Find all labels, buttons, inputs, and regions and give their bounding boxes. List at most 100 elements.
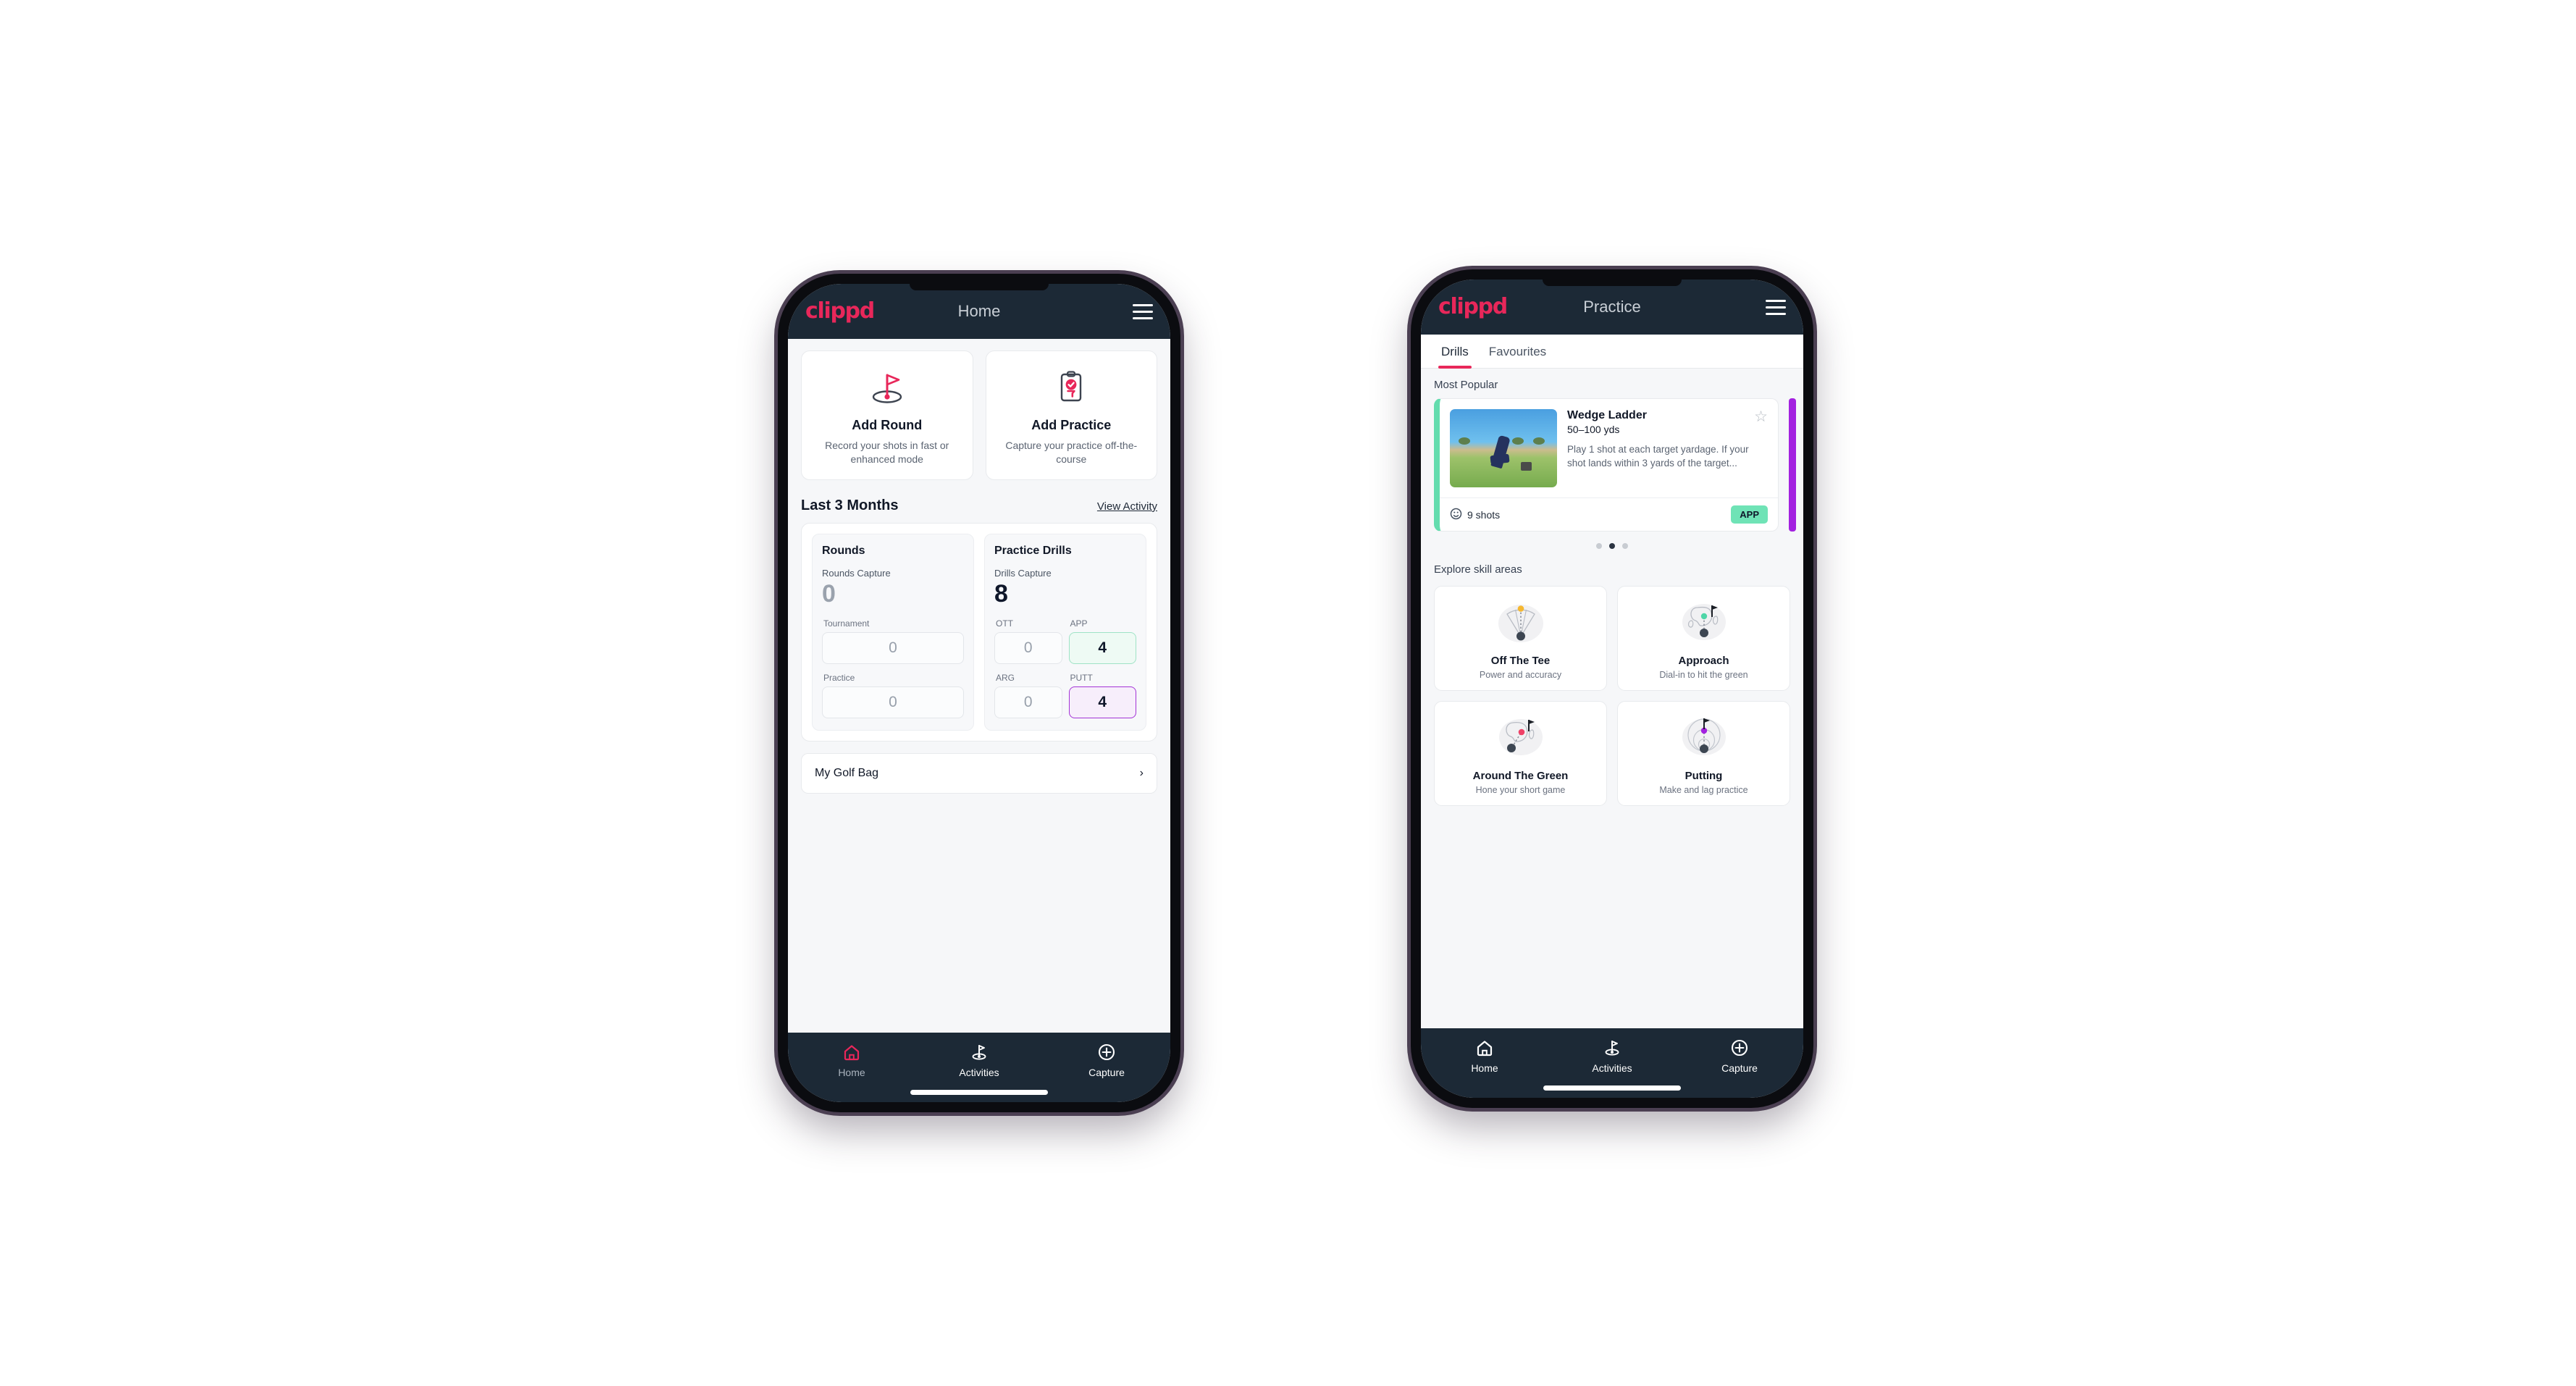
tournament-label: Tournament	[823, 618, 870, 629]
add-practice-desc: Capture your practice off-the-course	[1005, 440, 1138, 465]
nav-capture[interactable]: Capture	[1043, 1041, 1170, 1078]
clipboard-check-tee-icon	[994, 367, 1150, 408]
phone1-bottom-nav: Home Activities Capture	[788, 1033, 1170, 1102]
nav-home-label: Home	[1471, 1062, 1498, 1074]
arg-label: ARG	[996, 672, 1015, 683]
skill-desc: Make and lag practice	[1659, 785, 1748, 795]
tab-drills[interactable]: Drills	[1431, 335, 1479, 369]
tab-favourites[interactable]: Favourites	[1479, 335, 1556, 368]
drills-capture-label: Drills Capture	[994, 567, 1052, 579]
add-round-desc: Record your shots in fast or enhanced mo…	[825, 440, 949, 465]
drill-carousel[interactable]: Wedge Ladder 50–100 yds ☆ Play 1 shot at…	[1421, 398, 1803, 532]
phone-notch	[1543, 280, 1682, 286]
skill-card-approach[interactable]: Approach Dial-in to hit the green	[1617, 586, 1790, 691]
nav-activities[interactable]: Activities	[1548, 1037, 1676, 1074]
nav-home-label: Home	[838, 1067, 865, 1078]
skill-desc: Dial-in to hit the green	[1659, 670, 1748, 680]
drill-card-wedge-ladder[interactable]: Wedge Ladder 50–100 yds ☆ Play 1 shot at…	[1434, 398, 1779, 532]
putting-rings-icon	[1624, 712, 1784, 764]
phone-mockup-home: clippd Home Add Round Record your shots …	[778, 274, 1180, 1112]
clippd-logo[interactable]: clippd	[1438, 296, 1508, 318]
practice-label: Practice	[823, 672, 855, 683]
skill-card-putting[interactable]: Putting Make and lag practice	[1617, 701, 1790, 806]
view-activity-link[interactable]: View Activity	[1097, 500, 1157, 513]
drills-stat-column: Practice Drills Drills Capture 8 OTT 0 A…	[984, 533, 1146, 731]
my-golf-bag-row[interactable]: My Golf Bag ›	[801, 752, 1157, 794]
drill-title: Wedge Ladder	[1567, 409, 1647, 421]
carousel-dots[interactable]	[1421, 532, 1803, 553]
plus-circle-icon	[1676, 1037, 1803, 1059]
drill-card-body: Wedge Ladder 50–100 yds ☆ Play 1 shot at…	[1440, 399, 1778, 497]
phone1-appbar: clippd Home	[788, 284, 1170, 339]
canvas: clippd Home Add Round Record your shots …	[0, 0, 2576, 1386]
skill-desc: Hone your short game	[1475, 785, 1566, 795]
rounds-heading: Rounds	[822, 544, 865, 557]
nav-activities[interactable]: Activities	[915, 1041, 1043, 1078]
drill-category-chip: APP	[1731, 505, 1768, 524]
nav-home[interactable]: Home	[788, 1041, 915, 1078]
drill-shots-label: 9 shots	[1467, 508, 1501, 521]
add-round-title: Add Round	[852, 418, 923, 432]
quick-actions-row: Add Round Record your shots in fast or e…	[788, 339, 1170, 484]
phone-mockup-practice: clippd Practice Drills Favourites Most P…	[1411, 269, 1813, 1108]
last-3-months-header: Last 3 Months View Activity	[788, 484, 1170, 523]
home-icon	[788, 1041, 915, 1063]
nav-capture[interactable]: Capture	[1676, 1037, 1803, 1074]
drill-card-footer: 9 shots APP	[1440, 497, 1778, 531]
my-golf-bag-label: My Golf Bag	[815, 766, 879, 779]
add-practice-card[interactable]: Add Practice Capture your practice off-t…	[985, 350, 1157, 480]
skill-card-off-the-tee[interactable]: Off The Tee Power and accuracy	[1434, 586, 1607, 691]
carousel-dot[interactable]	[1622, 543, 1628, 549]
target-clock-icon	[1450, 508, 1462, 522]
star-outline-icon[interactable]: ☆	[1754, 409, 1768, 424]
hamburger-menu-icon[interactable]	[1766, 299, 1786, 315]
section-title: Last 3 Months	[801, 497, 899, 513]
chevron-right-icon: ›	[1139, 766, 1144, 779]
carousel-dot[interactable]	[1596, 543, 1602, 549]
golf-flag-hole-icon	[809, 367, 965, 408]
phone1-content: Add Round Record your shots in fast or e…	[788, 339, 1170, 1033]
drill-subtitle: 50–100 yds	[1567, 424, 1620, 435]
drill-header: Wedge Ladder 50–100 yds ☆	[1567, 409, 1768, 435]
skill-title: Putting	[1685, 770, 1723, 782]
clippd-logo[interactable]: clippd	[805, 301, 875, 322]
skill-title: Approach	[1678, 655, 1729, 667]
arg-value[interactable]: 0	[994, 686, 1062, 718]
skill-card-around-the-green[interactable]: Around The Green Hone your short game	[1434, 701, 1607, 806]
stats-card: Rounds Rounds Capture 0 Tournament 0 Pra…	[801, 522, 1157, 742]
putt-label: PUTT	[1070, 672, 1093, 683]
drill-metric-row-2: ARG 0 PUTT 4	[994, 673, 1136, 718]
skill-desc: Power and accuracy	[1479, 670, 1562, 680]
practice-value[interactable]: 0	[822, 686, 964, 718]
app-value[interactable]: 4	[1068, 631, 1136, 664]
nav-activities-label: Activities	[959, 1067, 999, 1078]
plus-circle-icon	[1043, 1041, 1170, 1063]
practice-tabs: Drills Favourites	[1421, 335, 1803, 369]
home-icon	[1421, 1037, 1548, 1059]
chip-around-green-icon	[1440, 712, 1600, 764]
tournament-value[interactable]: 0	[822, 631, 964, 664]
home-indicator	[1543, 1085, 1681, 1091]
home-indicator	[910, 1090, 1048, 1095]
rounds-stat-column: Rounds Rounds Capture 0 Tournament 0 Pra…	[812, 533, 974, 731]
putt-value[interactable]: 4	[1068, 686, 1136, 718]
drills-capture-value: 8	[994, 579, 1008, 608]
add-round-card[interactable]: Add Round Record your shots in fast or e…	[801, 350, 973, 480]
next-drill-card-peek[interactable]	[1789, 398, 1796, 532]
carousel-dot-active[interactable]	[1609, 543, 1615, 549]
skill-areas-grid: Off The Tee Power and accuracy Approach …	[1421, 583, 1803, 806]
drill-info: Wedge Ladder 50–100 yds ☆ Play 1 shot at…	[1567, 409, 1768, 487]
nav-home[interactable]: Home	[1421, 1037, 1548, 1074]
ott-label: OTT	[996, 618, 1013, 629]
ott-value[interactable]: 0	[994, 631, 1062, 664]
most-popular-label: Most Popular	[1434, 379, 1498, 391]
phone2-content: Most Popular Wedge Ladder 50–100 yds ☆ P…	[1421, 369, 1803, 1028]
nav-activities-label: Activities	[1592, 1062, 1632, 1074]
green-approach-icon	[1624, 597, 1784, 649]
explore-skill-areas-label: Explore skill areas	[1434, 563, 1522, 576]
add-practice-title: Add Practice	[1031, 418, 1112, 432]
nav-capture-label: Capture	[1721, 1062, 1758, 1074]
drill-metric-row-1: OTT 0 APP 4	[994, 618, 1136, 664]
hamburger-menu-icon[interactable]	[1133, 303, 1153, 319]
nav-capture-label: Capture	[1088, 1067, 1125, 1078]
